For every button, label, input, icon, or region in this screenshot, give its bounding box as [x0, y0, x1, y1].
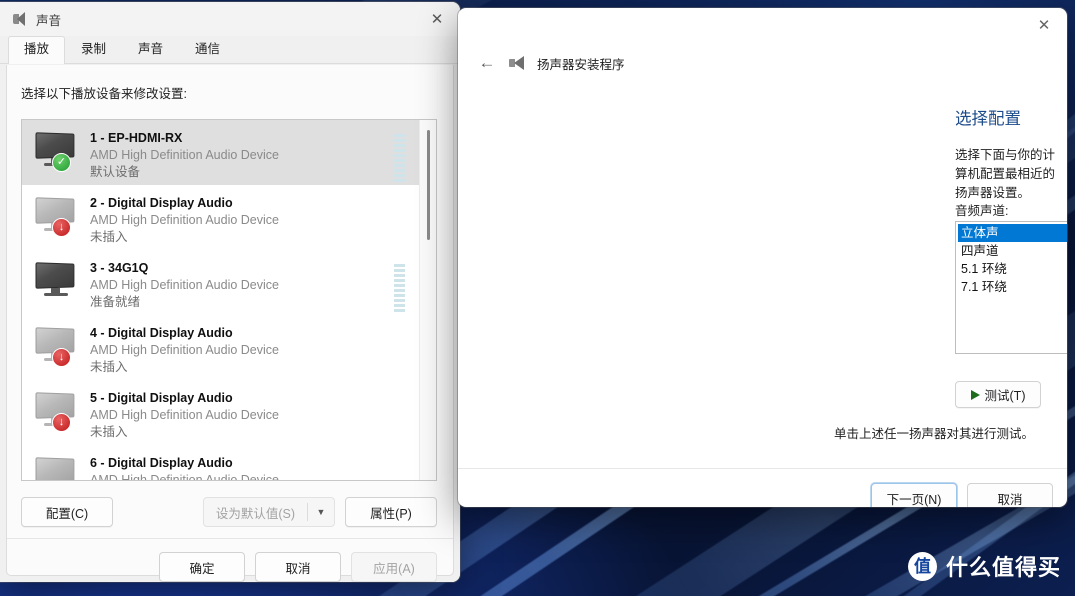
device-action-bar: 配置(C) 设为默认值(S) ▼ 属性(P) — [21, 497, 437, 527]
page-title: 选择配置 — [955, 110, 1021, 128]
volume-meter — [394, 264, 405, 312]
properties-button[interactable]: 属性(P) — [345, 497, 437, 527]
unplugged-arrow-icon: ↓ — [52, 348, 71, 367]
monitor-icon — [32, 261, 80, 303]
list-item[interactable]: ↓ 5 - Digital Display Audio AMD High Def… — [22, 380, 419, 445]
watermark: 值 什么值得买 — [907, 550, 1061, 582]
watermark-logo-icon: 值 — [907, 551, 937, 581]
test-hint-text: 单击上述任一扬声器对其进行测试。 — [833, 427, 1034, 441]
watermark-text: 什么值得买 — [945, 555, 1061, 580]
tab-recording[interactable]: 录制 — [65, 36, 122, 63]
device-driver: AMD High Definition Audio Device — [90, 343, 279, 357]
close-icon[interactable]: ✕ — [1021, 8, 1067, 42]
device-name: 3 - 34G1Q — [90, 261, 149, 275]
panel-divider — [7, 538, 453, 539]
playback-device-list[interactable]: ✓ 1 - EP-HDMI-RX AMD High Definition Aud… — [21, 119, 437, 481]
tab-communications[interactable]: 通信 — [179, 36, 236, 63]
list-item[interactable]: 6 - Digital Display Audio AMD High Defin… — [22, 445, 419, 480]
page-description: 选择下面与你的计算机配置最相近的扬声器设置。 — [955, 148, 1056, 200]
sound-dialog-body: 播放 录制 声音 通信 选择以下播放设备来修改设置: ✓ 1 - EP-HDMI… — [0, 36, 460, 582]
unplugged-arrow-icon: ↓ — [52, 413, 71, 432]
panel-instruction-label: 选择以下播放设备来修改设置: — [21, 87, 187, 101]
volume-meter — [394, 134, 405, 182]
wizard-header: ← 扬声器安装程序 — [458, 48, 625, 78]
playback-tab-panel: 选择以下播放设备来修改设置: ✓ 1 - EP-HDMI-RX AMD High… — [6, 65, 454, 582]
chevron-down-icon[interactable]: ▼ — [308, 498, 334, 526]
sound-dialog-title: 声音 — [36, 13, 62, 28]
scrollbar-thumb[interactable] — [427, 130, 430, 240]
channel-option-quadraphonic[interactable]: 四声道 — [958, 242, 1067, 260]
wizard-action-bar: 下一页(N) 取消 — [871, 483, 1053, 507]
set-default-button: 设为默认值(S) — [204, 498, 307, 526]
list-item[interactable]: 3 - 34G1Q AMD High Definition Audio Devi… — [22, 250, 419, 315]
test-button-label: 测试(T) — [984, 389, 1026, 403]
device-list-scrollbar[interactable] — [419, 120, 436, 480]
wizard-footer-divider — [458, 468, 1067, 469]
apply-button: 应用(A) — [351, 552, 437, 582]
default-device-check-icon: ✓ — [52, 153, 71, 172]
device-driver: AMD High Definition Audio Device — [90, 473, 279, 480]
device-driver: AMD High Definition Audio Device — [90, 213, 279, 227]
dialog-action-bar: 确定 取消 应用(A) — [159, 552, 437, 582]
wizard-app-title: 扬声器安装程序 — [537, 57, 625, 72]
monitor-icon: ✓ — [32, 131, 80, 173]
tab-strip: 播放 录制 声音 通信 — [0, 36, 460, 64]
configure-button[interactable]: 配置(C) — [21, 497, 113, 527]
speaker-icon — [11, 11, 27, 27]
device-status: 默认设备 — [90, 165, 141, 179]
audio-channels-label: 音频声道: — [955, 204, 1009, 218]
cancel-button[interactable]: 取消 — [255, 552, 341, 582]
monitor-icon — [32, 456, 80, 480]
device-name: 4 - Digital Display Audio — [90, 326, 233, 340]
back-arrow-icon[interactable]: ← — [471, 48, 503, 78]
audio-channels-listbox[interactable]: 立体声 四声道 5.1 环绕 7.1 环绕 — [955, 221, 1067, 354]
list-item[interactable]: ✓ 1 - EP-HDMI-RX AMD High Definition Aud… — [22, 120, 419, 185]
device-driver: AMD High Definition Audio Device — [90, 148, 279, 162]
set-default-split-button[interactable]: 设为默认值(S) ▼ — [202, 497, 335, 527]
list-item[interactable]: ↓ 2 - Digital Display Audio AMD High Def… — [22, 185, 419, 250]
list-item[interactable]: ↓ 4 - Digital Display Audio AMD High Def… — [22, 315, 419, 380]
channel-option-7-1-surround[interactable]: 7.1 环绕 — [958, 278, 1067, 296]
close-icon[interactable]: ✕ — [414, 2, 460, 36]
sound-dialog-titlebar: 声音 ✕ — [0, 2, 460, 36]
channel-option-5-1-surround[interactable]: 5.1 环绕 — [958, 260, 1067, 278]
device-name: 6 - Digital Display Audio — [90, 456, 233, 470]
play-icon — [970, 389, 980, 400]
speaker-setup-wizard-window: ✕ ← 扬声器安装程序 选择配置 选择下面与你的计算机配置最相近的扬声器设置。 … — [458, 8, 1067, 507]
sound-dialog-window: 声音 ✕ 播放 录制 声音 通信 选择以下播放设备来修改设置: ✓ 1 - EP… — [0, 2, 460, 582]
speaker-icon — [509, 55, 529, 71]
monitor-icon: ↓ — [32, 196, 80, 238]
monitor-icon: ↓ — [32, 326, 80, 368]
device-name: 1 - EP-HDMI-RX — [90, 131, 183, 145]
device-status: 未插入 — [90, 425, 128, 439]
channel-option-stereo[interactable]: 立体声 — [958, 224, 1067, 242]
ok-button[interactable]: 确定 — [159, 552, 245, 582]
unplugged-arrow-icon: ↓ — [52, 218, 71, 237]
device-name: 5 - Digital Display Audio — [90, 391, 233, 405]
tab-playback[interactable]: 播放 — [8, 36, 66, 64]
device-status: 准备就绪 — [90, 295, 141, 309]
device-driver: AMD High Definition Audio Device — [90, 278, 279, 292]
test-button[interactable]: 测试(T) — [955, 381, 1041, 408]
next-button[interactable]: 下一页(N) — [871, 483, 957, 507]
monitor-icon: ↓ — [32, 391, 80, 433]
device-driver: AMD High Definition Audio Device — [90, 408, 279, 422]
device-list-viewport: ✓ 1 - EP-HDMI-RX AMD High Definition Aud… — [22, 120, 419, 480]
device-status: 未插入 — [90, 360, 128, 374]
device-name: 2 - Digital Display Audio — [90, 196, 233, 210]
cancel-button[interactable]: 取消 — [967, 483, 1053, 507]
device-status: 未插入 — [90, 230, 128, 244]
tab-sounds[interactable]: 声音 — [122, 36, 179, 63]
